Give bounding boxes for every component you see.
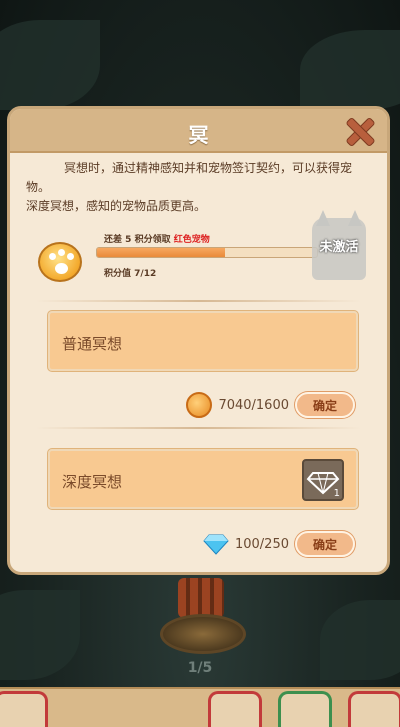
option-label: 普通冥想 (62, 335, 123, 353)
diamond-item-slot[interactable]: 1 (302, 459, 344, 501)
pet-platform (160, 614, 246, 654)
page-counter: 1/5 (187, 660, 213, 676)
divider (36, 427, 361, 429)
progress-bar-fill (97, 248, 225, 257)
description-line-1: 冥想时，通过精神感知并和宠物签订契约，可以获得宠物。 (26, 161, 353, 194)
option-label: 深度冥想 (62, 473, 123, 491)
dialog-header: 冥 (10, 109, 387, 153)
reward-progress: 还差 5 积分领取 红色宠物 积分值 7/12 未激活 (10, 210, 387, 292)
points-readout: 积分值 7/12 (104, 269, 157, 279)
meditation-dialog: 冥 冥想时，通过精神感知并和宠物签订契约，可以获得宠物。 深度冥想，感知的宠物品… (7, 106, 390, 575)
description-line-2: 深度冥想，感知的宠物品质更高。 (26, 199, 207, 213)
dialog-description: 冥想时，通过精神感知并和宠物签订契约，可以获得宠物。 深度冥想，感知的宠物品质更… (10, 153, 387, 216)
normal-confirm-button[interactable]: 确定 (295, 392, 355, 418)
dialog-title: 冥 (188, 123, 209, 147)
item-count: 1 (333, 488, 340, 499)
progress-caption: 还差 5 积分领取 红色宠物 (104, 235, 210, 245)
back-button[interactable] (0, 691, 48, 727)
locked-label: 未激活 (319, 240, 359, 255)
divider (36, 300, 361, 302)
deep-cost-row: 100/250 确定 (203, 530, 355, 558)
normal-cost: 7040/1600 (218, 397, 289, 413)
normal-meditation-option[interactable]: 普通冥想 (48, 311, 358, 371)
deep-meditation-option[interactable]: 深度冥想 1 (48, 449, 358, 509)
close-button[interactable] (343, 115, 375, 147)
deep-confirm-button[interactable]: 确定 (295, 531, 355, 557)
bottom-tab-2[interactable] (278, 691, 332, 727)
locked-reward-pet[interactable]: 未激活 (304, 208, 374, 286)
bottom-bar (0, 687, 400, 727)
pet-food-icon (186, 392, 213, 418)
deep-cost: 100/250 (234, 536, 289, 552)
diamond-icon (203, 534, 229, 555)
progress-bar (96, 247, 318, 258)
pet-sprite (178, 578, 224, 618)
paw-icon (38, 242, 82, 282)
normal-cost-row: 7040/1600 确定 (186, 391, 355, 419)
bottom-tab-1[interactable] (208, 691, 262, 727)
reward-name: 红色宠物 (173, 235, 210, 245)
bottom-tab-3[interactable] (348, 691, 400, 727)
